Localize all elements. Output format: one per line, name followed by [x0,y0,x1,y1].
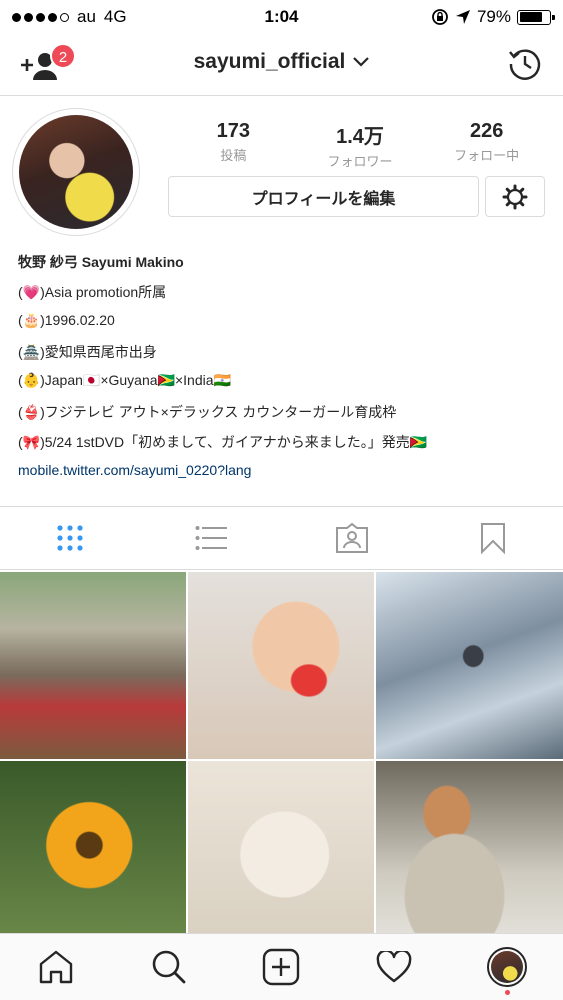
activity-dot [504,990,510,995]
posts-count[interactable]: 173 投稿 [170,120,297,170]
profile-avatar[interactable] [12,108,140,236]
profile-tab-avatar [486,947,527,987]
orientation-lock-icon [432,9,448,25]
nav-home[interactable] [0,934,113,1000]
stat-label: フォロー中 [454,148,520,163]
tagged-icon [335,522,368,553]
tab-list[interactable] [141,507,282,569]
profile-photo [19,115,133,229]
grid-icon [57,525,83,551]
stat-label: 投稿 [220,148,247,163]
profile-bio: 牧野 紗弓 Sayumi Makino (💗)Asia promotion所属 … [18,252,558,492]
archive-history-icon[interactable] [507,46,543,82]
account-switcher[interactable]: sayumi_official [0,50,563,74]
location-arrow-icon [455,10,470,24]
stat-value: 173 [216,120,251,142]
status-bar: au 4G 1:04 79% [0,0,563,34]
bio-line: (🎂)1996.02.20 [18,312,115,328]
tab-saved[interactable] [422,507,563,569]
post-thumbnail[interactable] [0,572,186,759]
nav-profile[interactable] [450,934,563,1000]
nav-activity[interactable] [338,934,451,1000]
search-icon [152,950,186,984]
bio-line: (💗)Asia promotion所属 [18,284,167,300]
chevron-down-icon [353,57,370,68]
post-thumbnail[interactable] [188,761,374,948]
battery-icon [517,9,555,25]
add-post-icon [263,948,300,986]
bio-line: (👶)Japan🇯🇵×Guyana🇬🇾×India🇮🇳 [18,372,231,388]
battery-percent: 79% [476,7,511,26]
profile-header: 2 sayumi_official [0,34,563,96]
post-grid [0,572,563,948]
bio-line: (🎀)5/24 1stDVD「初めまして、ガイアナから来ました。」発売🇬🇾 [18,434,428,450]
full-name: 牧野 紗弓 Sayumi Makino [18,254,184,270]
post-thumbnail[interactable] [0,761,186,948]
settings-button[interactable] [485,176,545,217]
avatar [490,951,523,983]
bottom-nav [0,933,563,1000]
bio-line: (👙)フジテレビ アウト×デラックス カウンターガール育成枠 [18,404,397,420]
tab-tagged[interactable] [282,507,423,569]
bio-link[interactable]: mobile.twitter.com/sayumi_0220?lang [18,462,558,492]
list-icon [195,526,228,550]
post-thumbnail[interactable] [376,761,563,948]
post-thumbnail[interactable] [376,572,563,759]
stat-label: フォロワー [327,154,393,169]
stat-value: 1.4万 [336,126,384,148]
gear-icon [502,184,528,209]
profile-stats: 173 投稿 1.4万 フォロワー 226 フォロー中 [170,120,550,170]
bookmark-icon [480,523,505,554]
nav-search[interactable] [113,934,226,1000]
following-count[interactable]: 226 フォロー中 [423,120,550,170]
post-thumbnail[interactable] [188,572,374,759]
home-icon [40,950,73,984]
tab-grid[interactable] [0,507,141,569]
profile-tabs [0,506,563,570]
bio-line: (🏯)愛知県西尾市出身 [18,344,157,360]
edit-profile-button[interactable]: プロフィールを編集 [168,176,479,217]
followers-count[interactable]: 1.4万 フォロワー [297,120,424,170]
username-title: sayumi_official [193,50,346,73]
heart-icon [376,951,412,983]
nav-new-post[interactable] [225,934,338,1000]
stat-value: 226 [469,120,504,142]
